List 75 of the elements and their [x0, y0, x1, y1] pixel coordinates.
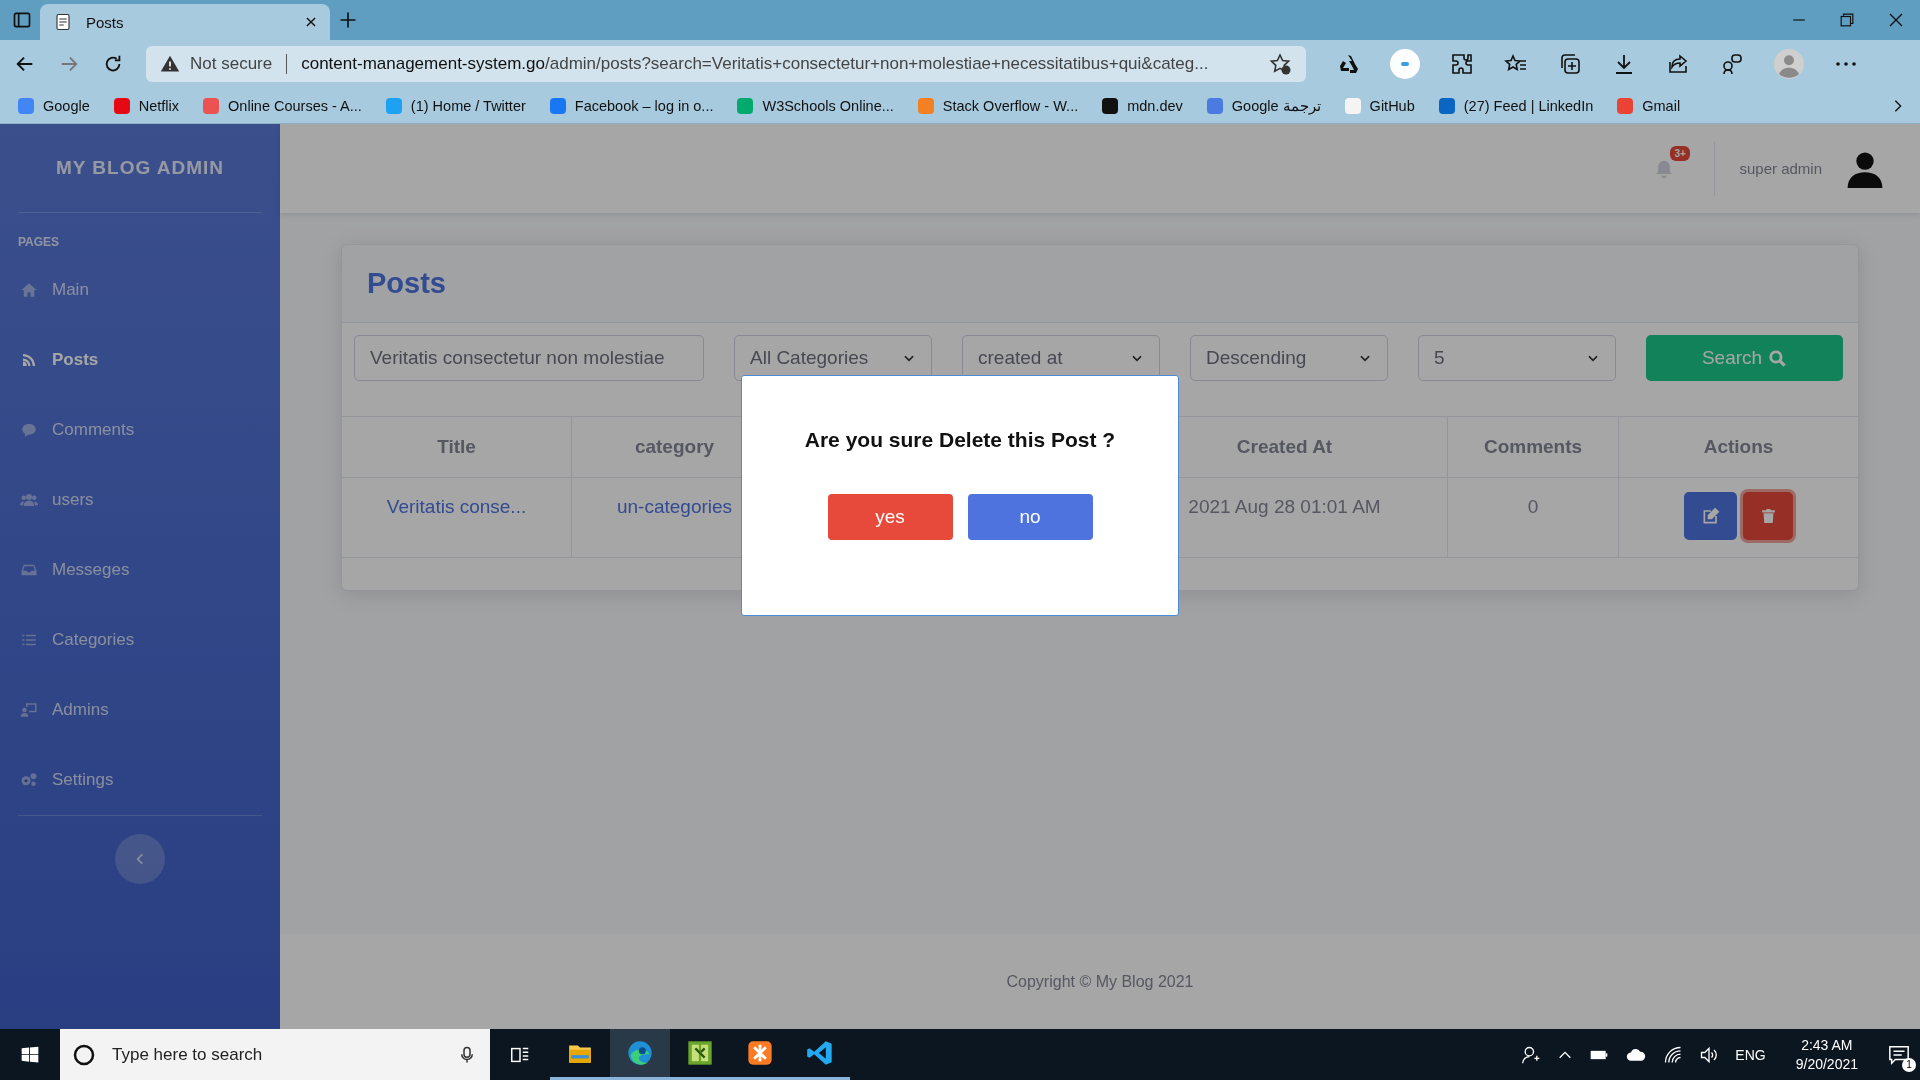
avatar-icon[interactable]: [1846, 149, 1884, 188]
sidebar-item[interactable]: Posts: [18, 325, 262, 395]
sidebar-item[interactable]: users: [18, 465, 262, 535]
search-circle-icon: [72, 1042, 96, 1067]
search-icon: [1768, 348, 1788, 368]
share-icon[interactable]: [1666, 52, 1690, 76]
book-icon[interactable]: [686, 1039, 714, 1067]
trash-icon: [1759, 506, 1777, 526]
url-text: content-management-system.go/admin/posts?search=Veritatis+consectetur+non+molestiae+necessitatibus+qui&categ...: [301, 54, 1209, 74]
people-icon[interactable]: [1521, 1044, 1542, 1065]
bookmark[interactable]: Online Courses - A...: [203, 97, 362, 114]
bookmark[interactable]: Stack Overflow - W...: [917, 97, 1079, 114]
taskbar-app[interactable]: [610, 1029, 670, 1080]
bookmark[interactable]: Facebook – log in o...: [549, 97, 714, 114]
sidebar-item[interactable]: Comments: [18, 395, 262, 465]
close-icon[interactable]: [304, 15, 318, 29]
taskbar-search[interactable]: Type here to search: [60, 1029, 490, 1080]
edit-button[interactable]: [1684, 492, 1737, 540]
sidebar-item[interactable]: Admins: [18, 675, 262, 745]
bookmark[interactable]: (1) Home / Twitter: [385, 97, 526, 114]
tab-actions-icon[interactable]: [12, 10, 32, 30]
card-title: Posts: [342, 245, 1858, 323]
browser-tab[interactable]: Posts: [40, 4, 330, 40]
volume-icon[interactable]: [1699, 1044, 1720, 1065]
dropdown[interactable]: Descending: [1190, 335, 1388, 381]
page-icon: [54, 12, 72, 32]
extension-icon[interactable]: [1390, 49, 1420, 79]
bookmark[interactable]: Google ترجمة: [1206, 97, 1321, 114]
column-header: Title: [342, 417, 572, 478]
sidebar-item[interactable]: Settings: [18, 745, 262, 815]
bookmark[interactable]: mdn.dev: [1102, 97, 1183, 114]
bookmark[interactable]: Google: [18, 97, 90, 114]
alerts-badge: 3+: [1670, 145, 1690, 161]
bookmark[interactable]: (27) Feed | LinkedIn: [1438, 97, 1594, 114]
add-favorite-icon[interactable]: [1268, 52, 1292, 76]
sidebar-item[interactable]: Main: [18, 255, 262, 325]
notification-count: 1: [1902, 1057, 1916, 1072]
column-header: Actions: [1619, 417, 1858, 478]
collections-icon[interactable]: [1558, 52, 1582, 76]
section-heading: PAGES: [18, 235, 61, 249]
yes-button[interactable]: yes: [827, 494, 953, 540]
xampp-icon[interactable]: [746, 1039, 774, 1067]
wifi-icon[interactable]: [1663, 1044, 1684, 1065]
delete-button[interactable]: [1743, 492, 1793, 540]
language-indicator[interactable]: ENG: [1735, 1046, 1766, 1063]
bookmark[interactable]: Netflix: [113, 97, 180, 114]
notifications-icon[interactable]: [1888, 1043, 1910, 1066]
dropdown[interactable]: 5: [1418, 335, 1616, 381]
table-cell: 0: [1448, 478, 1619, 558]
address-bar[interactable]: Not secure content-management-system.go/admin/posts?search=Veritatis+consectetur+non+molestiae+necessitatibus+qui&categ...: [146, 46, 1306, 82]
copyright-text: Copyright © My Blog 2021: [1006, 972, 1194, 991]
bookmark[interactable]: W3Schools Online...: [737, 97, 894, 114]
clock[interactable]: 2:43 AM 9/20/2021: [1795, 1035, 1858, 1074]
extensions-icon[interactable]: [1450, 52, 1474, 76]
bookmark[interactable]: Gmail: [1617, 97, 1681, 114]
bookmark[interactable]: GitHub: [1344, 97, 1415, 114]
warning-icon: [160, 54, 180, 74]
table-cell: Veritatis conse...: [342, 478, 572, 558]
column-header: Comments: [1448, 417, 1619, 478]
dialog-message: Are you sure Delete this Post ?: [804, 428, 1116, 452]
search-field[interactable]: Type here to search: [110, 1028, 444, 1080]
sidebar-item[interactable]: Messeges: [18, 535, 262, 605]
restore-icon[interactable]: [1840, 13, 1854, 27]
no-button[interactable]: no: [967, 494, 1093, 540]
search-field[interactable]: Veritatis consectetur non molestiae: [354, 335, 704, 381]
windows-icon[interactable]: [20, 1044, 40, 1065]
new-tab-icon[interactable]: [338, 10, 358, 30]
brand-title: MY BLOG ADMIN: [18, 124, 262, 213]
user-name[interactable]: super admin: [1739, 160, 1822, 177]
close-icon[interactable]: [1888, 12, 1904, 28]
feedback-icon[interactable]: [1720, 52, 1744, 76]
code-editor-icon[interactable]: [806, 1039, 834, 1067]
security-label: Not secure: [190, 54, 273, 74]
edge-icon[interactable]: [626, 1039, 654, 1067]
sidebar-item[interactable]: Categories: [18, 605, 262, 675]
